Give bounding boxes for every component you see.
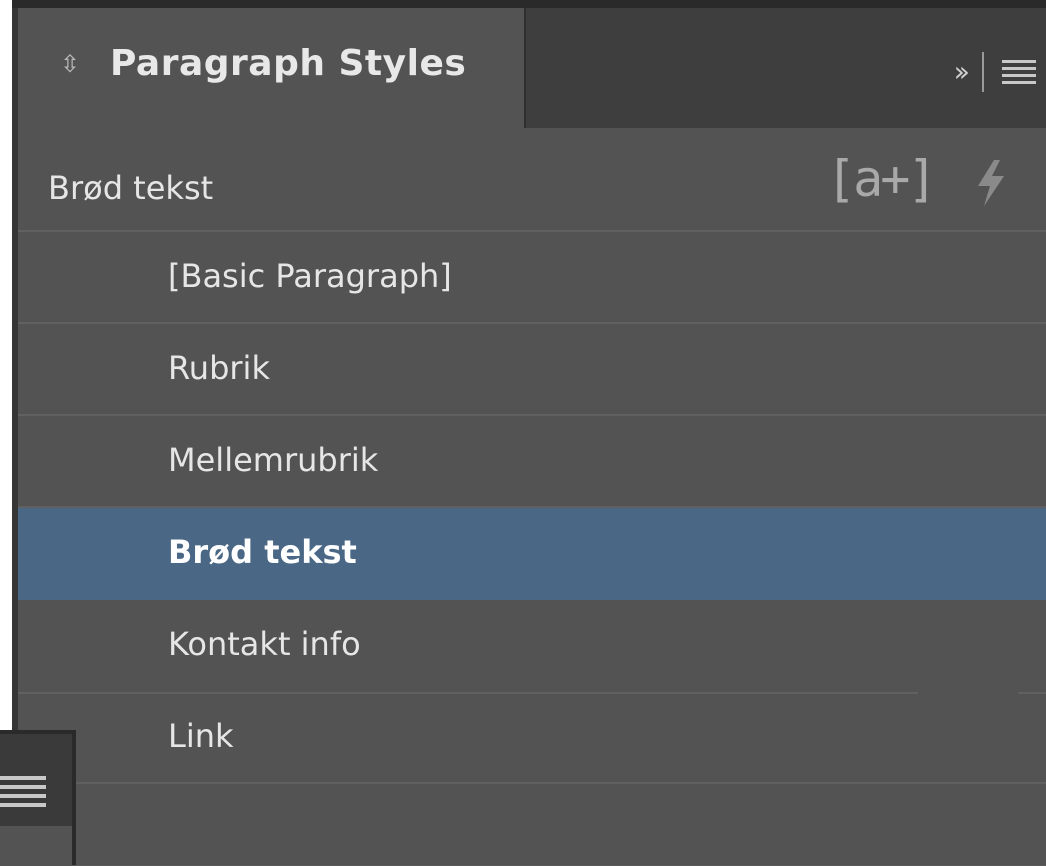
hamburger-menu-icon[interactable]	[0, 774, 46, 812]
style-item-kontakt-info[interactable]: Kontakt info	[18, 600, 1046, 694]
collapse-panel-icon[interactable]: ››	[954, 58, 971, 86]
tab-label: Paragraph Styles	[110, 43, 467, 84]
style-item-mellemrubrik[interactable]: Mellemrubrik	[18, 416, 1046, 508]
style-item-label: Mellemrubrik	[168, 441, 379, 479]
style-item-basic-paragraph[interactable]: [Basic Paragraph]	[18, 232, 1046, 324]
secondary-panel-fragment	[0, 730, 76, 866]
current-style-row: Brød tekst [a+]	[18, 128, 1046, 232]
style-list: [Basic Paragraph] Rubrik Mellemrubrik Br…	[18, 232, 1046, 784]
window-frame-left	[0, 0, 12, 730]
style-item-link[interactable]: Link	[18, 692, 1046, 784]
divider	[982, 52, 984, 92]
style-item-label: Kontakt info	[168, 625, 361, 663]
hamburger-menu-icon[interactable]	[1002, 58, 1036, 86]
lightning-icon[interactable]	[970, 158, 1010, 212]
style-item-brod-tekst[interactable]: Brød tekst	[18, 508, 1046, 600]
paragraph-styles-panel: ⇳ Paragraph Styles ›› Brød tekst [a+] [B…	[12, 8, 1046, 865]
up-down-arrows-icon[interactable]: ⇳	[60, 52, 80, 76]
current-style-label: Brød tekst	[48, 169, 214, 207]
style-item-label: Link	[168, 717, 234, 755]
tab-bar-controls: ››	[954, 52, 1036, 92]
style-item-label: Rubrik	[168, 349, 270, 387]
style-item-label: [Basic Paragraph]	[168, 257, 452, 295]
style-item-label: Brød tekst	[168, 533, 357, 571]
secondary-panel-body	[0, 826, 72, 866]
create-new-style-icon[interactable]: [a+]	[826, 154, 937, 204]
window-frame-top	[12, 0, 1046, 8]
style-item-rubrik[interactable]: Rubrik	[18, 324, 1046, 416]
tab-paragraph-styles[interactable]: ⇳ Paragraph Styles	[18, 8, 526, 128]
panel-tab-bar: ⇳ Paragraph Styles ››	[18, 8, 1046, 128]
